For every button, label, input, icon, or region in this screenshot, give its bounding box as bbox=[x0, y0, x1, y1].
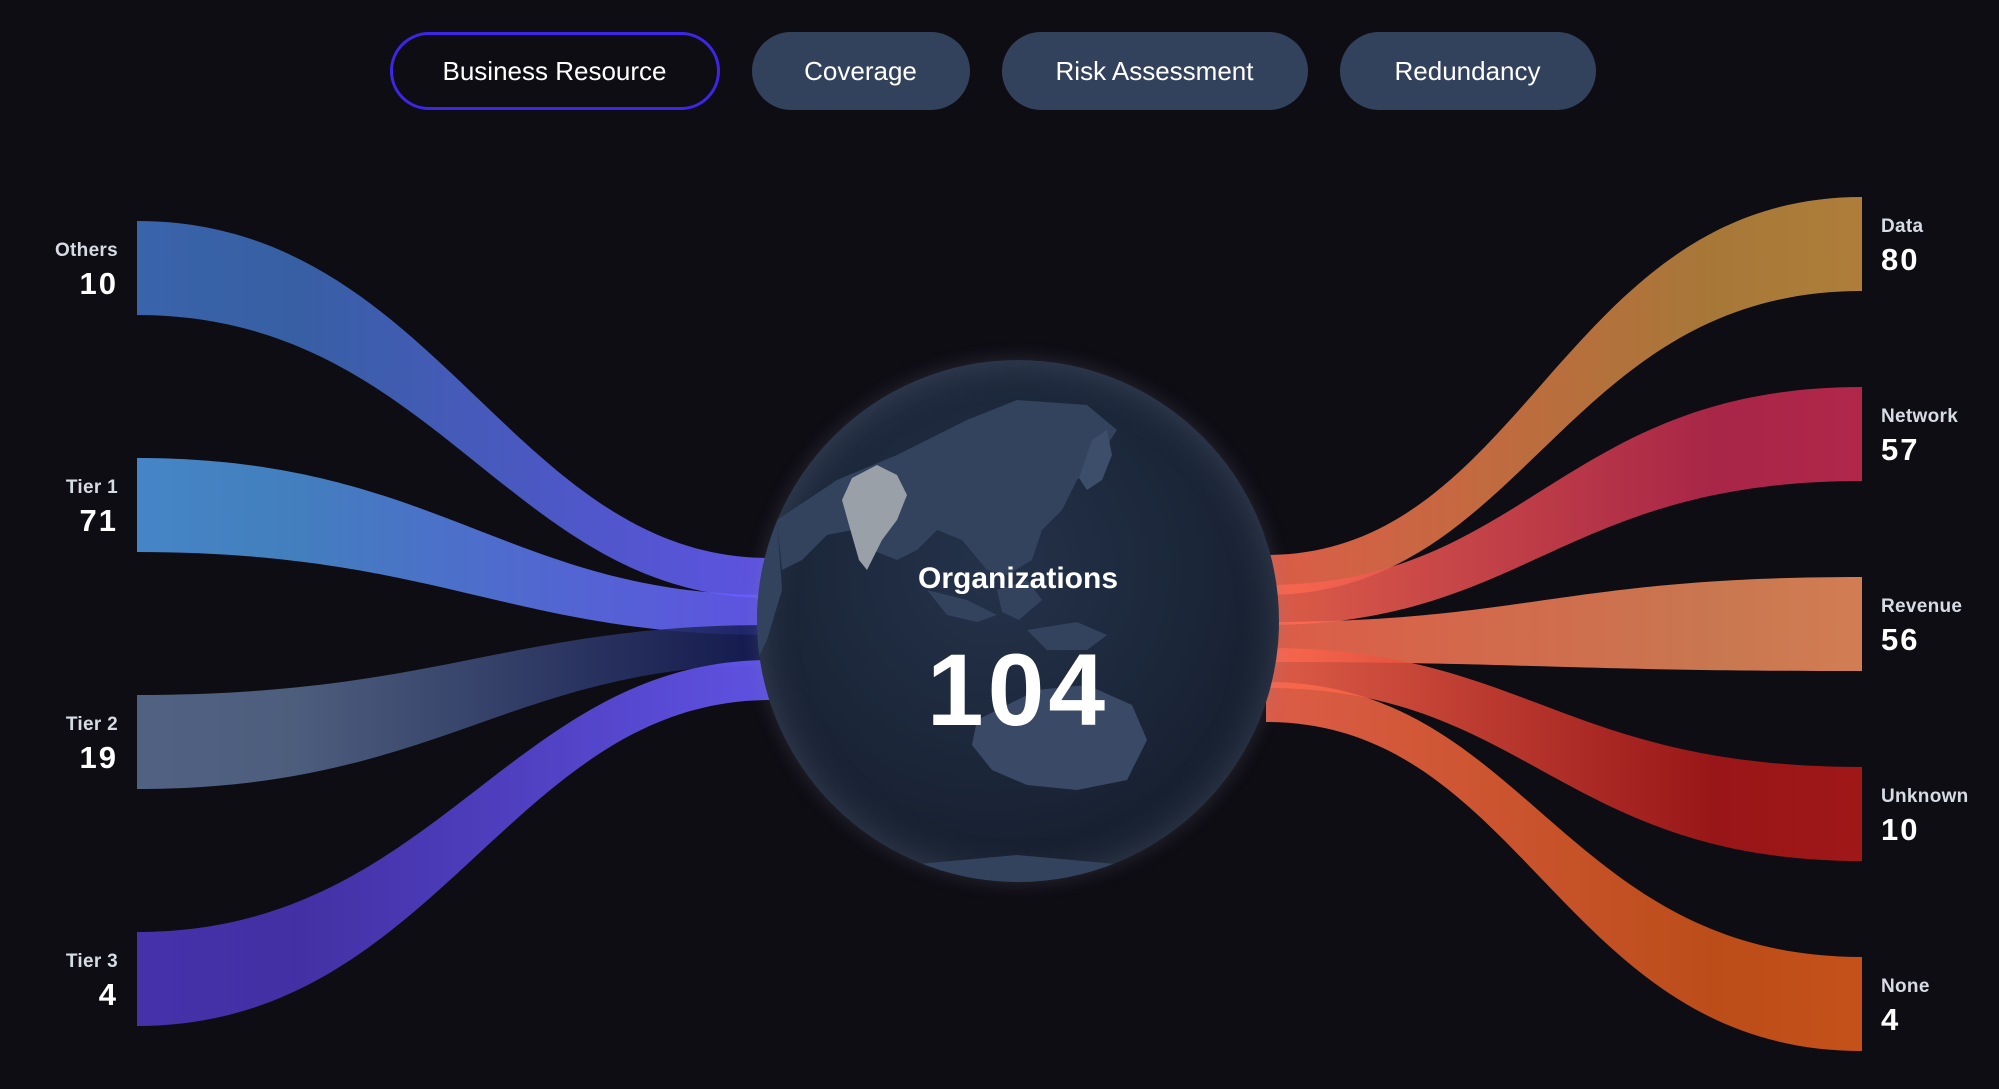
right-node-network: Network 57 bbox=[1881, 406, 1958, 468]
left-node-name: Tier 1 bbox=[65, 477, 118, 498]
right-node-value: 10 bbox=[1881, 812, 1920, 847]
left-node-tier-1: Tier 1 71 bbox=[66, 477, 118, 539]
flow-ribbon-right bbox=[1266, 648, 1862, 861]
left-node-others: Others 10 bbox=[55, 240, 118, 302]
right-node-name: None bbox=[1881, 976, 1930, 997]
left-node-value: 71 bbox=[79, 503, 118, 538]
right-node-value: 4 bbox=[1881, 1002, 1901, 1037]
left-node-value: 10 bbox=[79, 266, 118, 301]
left-node-tier-3: Tier 3 4 bbox=[66, 951, 118, 1013]
globe bbox=[757, 360, 1279, 882]
right-node-name: Network bbox=[1881, 406, 1959, 427]
right-node-data: Data 80 bbox=[1881, 216, 1923, 278]
left-node-name: Tier 2 bbox=[65, 714, 118, 735]
right-node-unknown: Unknown 10 bbox=[1881, 786, 1969, 848]
left-node-name: Others bbox=[54, 240, 118, 261]
right-node-none: None 4 bbox=[1881, 976, 1930, 1038]
right-node-name: Data bbox=[1881, 216, 1924, 237]
left-node-value: 4 bbox=[98, 977, 118, 1012]
left-node-value: 19 bbox=[79, 740, 118, 775]
right-node-value: 56 bbox=[1881, 622, 1920, 657]
right-node-value: 80 bbox=[1881, 242, 1920, 277]
right-node-name: Unknown bbox=[1881, 786, 1969, 807]
left-node-tier-2: Tier 2 19 bbox=[66, 714, 118, 776]
right-node-value: 57 bbox=[1881, 432, 1920, 467]
center-value: 104 bbox=[926, 633, 1110, 747]
left-node-name: Tier 3 bbox=[65, 951, 118, 972]
center-title: Organizations bbox=[917, 562, 1119, 595]
right-node-name: Revenue bbox=[1881, 596, 1963, 617]
world-map-graphic bbox=[757, 400, 1147, 882]
right-node-revenue: Revenue 56 bbox=[1881, 596, 1962, 658]
